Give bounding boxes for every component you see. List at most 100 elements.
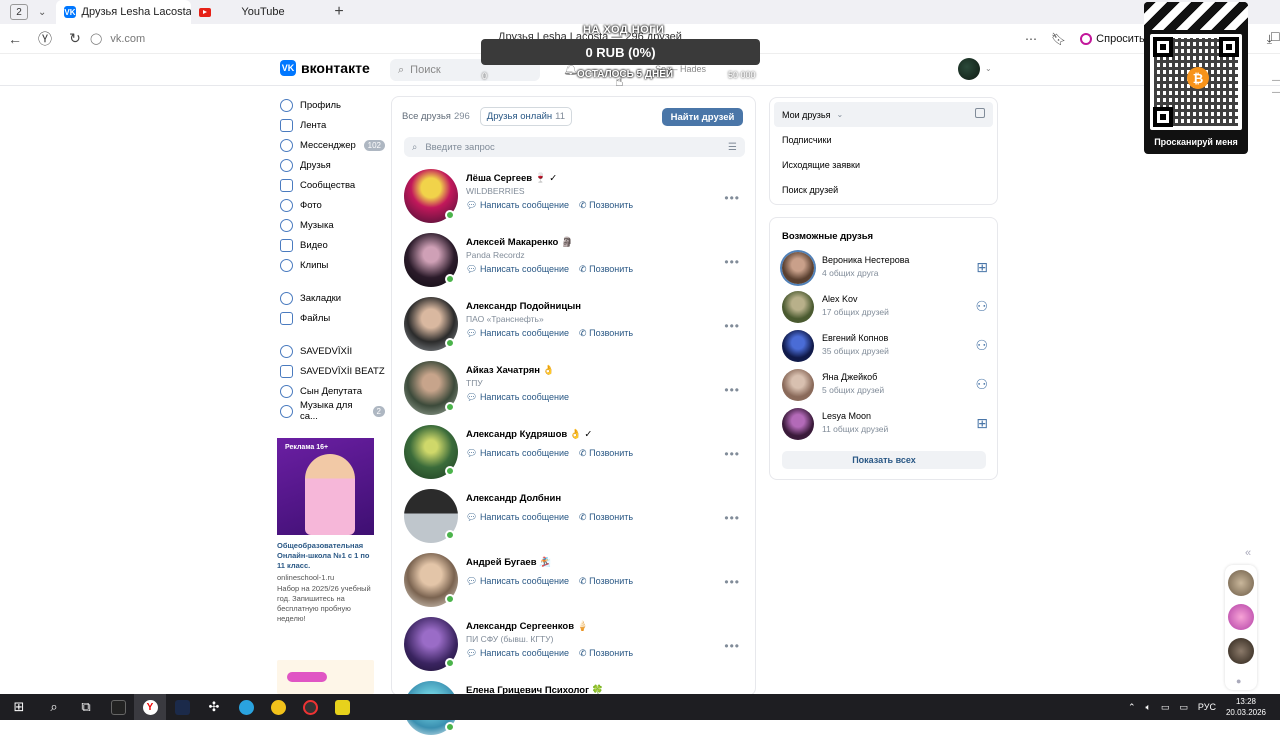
write-message-link[interactable]: 💬︎ Написать сообщение — [466, 200, 569, 211]
tab-all-friends[interactable]: Все друзья 296 — [402, 111, 470, 122]
friends-menu-item[interactable]: Исходящие заявки — [770, 152, 997, 177]
new-tab-plus-icon[interactable]: + — [334, 3, 343, 21]
call-link[interactable]: ✆ Позвонить — [579, 512, 633, 523]
sidebar-item[interactable]: Сын Депутата — [280, 381, 385, 401]
url-field[interactable]: vk.com — [110, 33, 145, 45]
chevron-down-icon[interactable]: ⌄ — [38, 7, 46, 18]
sidebar-item[interactable]: SAVEDVÏXİI BEATZ — [280, 361, 385, 381]
back-arrow-icon[interactable]: ← — [0, 31, 30, 47]
sidebar-item[interactable]: Видео — [280, 235, 385, 255]
calendar-icon[interactable] — [975, 108, 985, 118]
volume-icon[interactable]: 🔈︎ — [1145, 702, 1150, 713]
task-view-icon[interactable]: ⧉ — [70, 694, 102, 720]
friend-avatar[interactable] — [782, 408, 814, 440]
call-link[interactable]: ✆ Позвонить — [579, 576, 633, 587]
add-square-icon[interactable]: ⊞ — [976, 259, 988, 276]
write-message-link[interactable]: 💬︎ Написать сообщение — [466, 576, 569, 587]
friend-name[interactable]: Лёша Сергеев 🍷 ✓ — [466, 173, 557, 184]
app-icon[interactable] — [326, 694, 358, 720]
chat-avatar[interactable] — [1228, 570, 1254, 596]
add-friend-icon[interactable]: ⚇ — [975, 376, 988, 393]
chevron-down-icon[interactable]: ⌄ — [836, 110, 843, 119]
windows-start-icon[interactable]: ⊞ — [0, 694, 38, 720]
ad-image[interactable]: Реклама 16+ — [277, 438, 374, 535]
friend-name[interactable]: Яна Джейкоб — [822, 372, 877, 382]
yandex-icon[interactable]: Ⓨ — [30, 29, 60, 49]
write-message-link[interactable]: 💬︎ Написать сообщение — [466, 448, 569, 459]
call-link[interactable]: ✆ Позвонить — [579, 264, 633, 275]
sidebar-toggle-icon[interactable]: ☐ — [1270, 30, 1280, 44]
friend-name[interactable]: Алексей Макаренко 🗿 — [466, 237, 573, 248]
more-icon[interactable]: ⋯ — [1025, 32, 1037, 46]
app-icon[interactable] — [166, 694, 198, 720]
sidebar-item[interactable]: Мессенджер 102 — [280, 135, 385, 155]
network-icon[interactable]: ▭ — [1161, 702, 1170, 713]
telegram-icon[interactable] — [230, 694, 262, 720]
write-message-link[interactable]: 💬︎ Написать сообщение — [466, 512, 569, 523]
call-link[interactable]: ✆ Позвонить — [579, 648, 633, 659]
tab-count-button[interactable]: 2 — [10, 4, 28, 20]
friend-name[interactable]: Александр Кудряшов 👌 ✓ — [466, 429, 592, 440]
tab-youtube[interactable]: YouTube — [191, 0, 326, 24]
show-all-button[interactable]: Показать всех — [782, 451, 986, 469]
friend-avatar[interactable] — [782, 369, 814, 401]
friend-name[interactable]: Айказ Хачатрян 👌 — [466, 365, 554, 376]
clock[interactable]: 13:28 20.03.2026 — [1226, 696, 1266, 718]
app-icon[interactable] — [294, 694, 326, 720]
more-options-icon[interactable]: ••• — [724, 639, 740, 653]
friend-name[interactable]: Александр Подойницын — [466, 301, 581, 312]
more-options-icon[interactable]: ••• — [724, 383, 740, 397]
ad-url[interactable]: onlineschool-1.ru — [277, 573, 374, 582]
friend-name[interactable]: Евгений Копнов — [822, 333, 888, 343]
friend-name[interactable]: Alex Kov — [822, 294, 858, 304]
vk-logo[interactable]: VK вконтакте — [280, 60, 370, 76]
battery-icon[interactable]: ▭ — [1179, 702, 1188, 713]
add-friend-icon[interactable]: ⚇ — [975, 337, 988, 354]
friends-menu-item[interactable]: Поиск друзей — [770, 177, 997, 202]
sidebar-item[interactable]: Музыка — [280, 215, 385, 235]
add-square-icon[interactable]: ⊞ — [976, 415, 988, 432]
sidebar-item[interactable]: Профиль — [280, 95, 385, 115]
more-options-icon[interactable]: ••• — [724, 319, 740, 333]
tab-vk-friends[interactable]: VK Друзья Lesha Lacosta ✕ — [56, 0, 192, 24]
call-link[interactable]: ✆ Позвонить — [579, 200, 633, 211]
write-message-link[interactable]: 💬︎ Написать сообщение — [466, 264, 569, 275]
user-avatar[interactable] — [958, 58, 980, 80]
write-message-link[interactable]: 💬︎ Написать сообщение — [466, 648, 569, 659]
friend-avatar[interactable] — [782, 252, 814, 284]
ad-title[interactable]: Общеобразовательная Онлайн-школа №1 с 1 … — [277, 541, 374, 571]
sidebar-item[interactable]: Лента — [280, 115, 385, 135]
filter-icon[interactable]: ☰ — [728, 142, 737, 153]
sidebar-item[interactable]: Сообщества — [280, 175, 385, 195]
friend-name[interactable]: Александр Долбнин — [466, 493, 561, 504]
sidebar-item[interactable]: Файлы — [280, 308, 385, 328]
chat-avatar[interactable] — [1228, 604, 1254, 630]
search-icon[interactable]: ⌕ — [38, 694, 70, 720]
sidebar-item[interactable]: Закладки — [280, 288, 385, 308]
call-link[interactable]: ✆ Позвонить — [579, 448, 633, 459]
app-icon[interactable] — [262, 694, 294, 720]
sidebar-item[interactable]: Музыка для са... 2 — [280, 400, 385, 422]
add-friend-icon[interactable]: ⚇ — [975, 298, 988, 315]
lock-icon[interactable]: ◯ — [90, 32, 102, 45]
collapse-chats-icon[interactable]: « — [1245, 547, 1251, 559]
friend-name[interactable]: Андрей Бугаев 🏂 — [466, 557, 551, 568]
sidebar-item[interactable]: Друзья — [280, 155, 385, 175]
friends-menu-item[interactable]: Мои друзья ⌄ — [774, 102, 993, 127]
find-friends-button[interactable]: Найти друзей — [662, 108, 743, 126]
app-icon[interactable]: ✣ — [198, 694, 230, 720]
chat-avatar[interactable] — [1228, 638, 1254, 664]
more-options-icon[interactable]: ••• — [724, 447, 740, 461]
more-options-icon[interactable]: ••• — [724, 255, 740, 269]
chevron-up-icon[interactable]: ⌃ — [1128, 702, 1136, 713]
bookmark-icon[interactable]: 🔖︎ — [1051, 32, 1066, 46]
reload-icon[interactable]: ↻ — [60, 30, 90, 47]
chat-bubble-icon[interactable]: ● — [1236, 676, 1241, 686]
friend-name[interactable]: Lesya Moon — [822, 411, 871, 421]
write-message-link[interactable]: 💬︎ Написать сообщение — [466, 328, 569, 339]
chevron-down-icon[interactable]: ⌄ — [985, 64, 992, 73]
friends-menu-item[interactable]: Подписчики — [770, 127, 997, 152]
friend-avatar[interactable] — [782, 291, 814, 323]
more-options-icon[interactable]: ••• — [724, 511, 740, 525]
sidebar-item[interactable]: SAVEDVÏXİI — [280, 341, 385, 361]
